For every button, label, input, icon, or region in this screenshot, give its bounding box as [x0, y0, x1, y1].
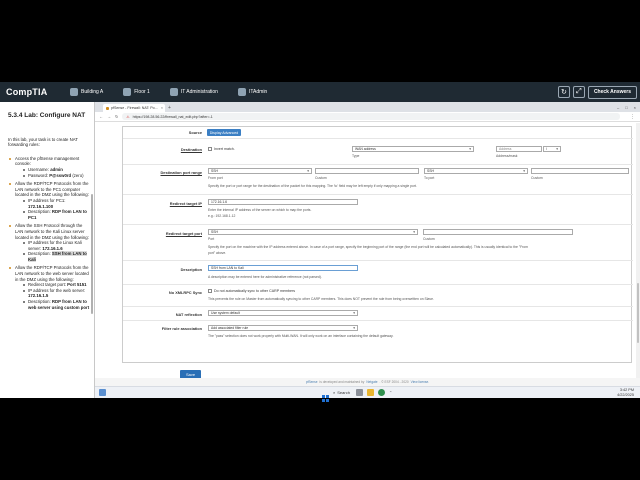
no-xmlrpc-sync-label: No XMLRPC Sync: [168, 290, 202, 295]
destination-address-input[interactable]: Address: [496, 146, 542, 152]
redirect-target-port-label: Redirect target port: [165, 231, 202, 236]
tab-close-icon[interactable]: ×: [161, 106, 163, 110]
filter-rule-select[interactable]: Add associated filter rule: [208, 325, 358, 331]
no-xmlrpc-sync-checkbox[interactable]: [208, 289, 212, 294]
invert-match-checkbox[interactable]: [208, 147, 212, 152]
lab-intro: In this lab, your task is to create NAT …: [8, 136, 78, 148]
task-subitem: Description: RDP from LAN to PC1: [15, 209, 90, 220]
lab-instructions-panel: 5.3.4 Lab: Configure NAT In this lab, yo…: [0, 102, 95, 398]
computer-icon: [237, 88, 246, 96]
start-icon[interactable]: [322, 389, 329, 402]
search-icon: ⌕: [333, 390, 336, 395]
window-close-icon[interactable]: ×: [634, 105, 636, 110]
floor-icon: [123, 88, 132, 96]
task-list: Access the pfSense management console: U…: [8, 156, 90, 310]
tray-overflow-icon[interactable]: ⌃: [389, 390, 392, 395]
row-nat-reflection: NAT reflection Use system default: [123, 307, 633, 321]
destination-mask-select[interactable]: /: [543, 146, 561, 152]
description-input[interactable]: SSH from LAN to Kali: [208, 265, 358, 271]
save-button[interactable]: Save: [180, 370, 201, 378]
tab-pfsense[interactable]: pfSense - Firewall: NAT: Po... ×: [103, 104, 165, 112]
destination-type-select[interactable]: WAN address: [352, 146, 474, 152]
task-subitem: IP address for the web server: 172.16.1.…: [15, 288, 90, 299]
task-subitem: Password: P@ssw0rd (zero): [15, 173, 90, 179]
file-explorer-icon[interactable]: [366, 389, 374, 396]
taskbar-clock[interactable]: 3:42 PM 4/22/2025: [617, 388, 634, 397]
top-letterbox: [0, 0, 640, 82]
nat-reflection-label: NAT reflection: [175, 312, 202, 317]
row-source: Source Display Advanced: [123, 127, 633, 139]
browser-window: pfSense - Firewall: NAT: Po... × + – □ ×…: [95, 102, 640, 386]
redirect-target-ip-label: Redirect target IP: [169, 201, 202, 206]
url-input[interactable]: ⚠ https://198.28.56.22/firewall_nat_edit…: [122, 113, 620, 120]
task-item: Allow the RDP/TCP Protocols from the LAN…: [8, 181, 90, 220]
to-port-custom-input[interactable]: [531, 168, 629, 174]
panel-scrollbar[interactable]: [91, 194, 93, 314]
bottom-letterbox: [0, 398, 640, 480]
nav-it-administration[interactable]: IT Administration: [169, 88, 218, 96]
taskbar-search[interactable]: ⌕ Search: [333, 390, 350, 395]
scrollbar-thumb[interactable]: [637, 283, 639, 343]
task-item: Allow the RDP/TCP Protocols from the LAN…: [8, 265, 90, 310]
tab-bar: pfSense - Firewall: NAT: Po... × + – □ ×: [95, 102, 640, 112]
redirect-target-ip-input[interactable]: 172.16.1.6: [208, 199, 358, 205]
from-port-select[interactable]: SSH: [208, 168, 312, 174]
from-port-custom-input[interactable]: [315, 168, 419, 174]
nav-building[interactable]: Building A: [70, 88, 103, 96]
taskbar: ⌕ Search ⌃ 3:42 PM 4/22/2025: [95, 386, 640, 402]
destination-invert[interactable]: Invert match.: [208, 147, 235, 152]
page-scrollbar[interactable]: [636, 123, 640, 378]
nat-edit-panel: Source Display Advanced Destination Inve…: [122, 126, 633, 363]
nat-reflection-select[interactable]: Use system default: [208, 310, 358, 316]
task-item: Access the pfSense management console: U…: [8, 156, 90, 178]
no-xmlrpc-sync-option[interactable]: Do not automatically sync to other CARP …: [208, 289, 295, 294]
pfsense-favicon-icon: [106, 106, 109, 110]
new-tab-icon[interactable]: +: [168, 105, 171, 111]
building-icon: [70, 88, 78, 96]
filter-rule-association-label: Filter rule association: [161, 326, 202, 331]
display-advanced-button[interactable]: Display Advanced: [207, 129, 241, 136]
row-destination: Destination Invert match. WAN address Ty…: [123, 139, 633, 165]
widgets-icon[interactable]: [355, 389, 363, 396]
task-subitem: IP address for the Linux Kali server: 17…: [15, 240, 90, 251]
description-label: Description: [180, 267, 202, 272]
destination-port-range-label: Destination port range: [160, 170, 202, 175]
check-answers-button[interactable]: Check Answers: [587, 85, 637, 99]
task-subitem: IP address for PC1: 172.16.1.100: [15, 198, 90, 209]
source-label: Source: [188, 130, 202, 135]
row-no-xmlrpc-sync: No XMLRPC Sync Do not automatically sync…: [123, 285, 633, 307]
comptia-logo: CompTIA: [6, 87, 48, 97]
back-icon[interactable]: ←: [99, 114, 103, 119]
to-port-select[interactable]: SSH: [424, 168, 528, 174]
nav-floor[interactable]: Floor 1: [123, 88, 150, 96]
destination-label: Destination: [180, 147, 202, 152]
task-item: Allow the SSH Protocol through the LAN n…: [8, 223, 90, 262]
maximize-icon[interactable]: □: [625, 105, 627, 110]
browser-menu-icon[interactable]: ⋮: [630, 114, 635, 120]
row-redirect-target-port: Redirect target port SSH Port Custom Spe…: [123, 225, 633, 261]
row-redirect-target-ip: Redirect target IP 172.16.1.6 Enter the …: [123, 195, 633, 225]
chrome-icon[interactable]: [377, 389, 385, 396]
monitor-icon: [169, 88, 178, 96]
nav-itadmin[interactable]: ITAdmin: [237, 88, 267, 96]
not-secure-icon: ⚠: [126, 114, 130, 119]
forward-icon[interactable]: →: [107, 114, 111, 119]
fullscreen-icon[interactable]: ⤢: [572, 86, 585, 98]
lab-header: CompTIA Building A Floor 1 IT Administra…: [0, 82, 640, 102]
redirect-port-custom-input[interactable]: [423, 229, 573, 235]
refresh-icon[interactable]: ↻: [557, 86, 570, 98]
row-filter-rule-association: Filter rule association Add associated f…: [123, 321, 633, 345]
minimize-icon[interactable]: –: [617, 105, 619, 110]
task-subitem: Description: RDP from LAN to web server …: [15, 299, 90, 310]
redirect-port-select[interactable]: SSH: [208, 229, 418, 235]
reload-icon[interactable]: ↻: [115, 114, 118, 119]
task-view-icon[interactable]: [99, 389, 106, 396]
row-destination-port-range: Destination port range SSH From port Cus…: [123, 165, 633, 195]
row-description: Description SSH from LAN to Kali A descr…: [123, 261, 633, 285]
pfsense-footer: pfSense is developed and maintained by N…: [95, 378, 640, 386]
address-bar: ← → ↻ ⚠ https://198.28.56.22/firewall_na…: [95, 112, 640, 122]
page-content: Source Display Advanced Destination Inve…: [95, 123, 640, 378]
lab-title: 5.3.4 Lab: Configure NAT: [8, 112, 86, 119]
task-subitem: Description: SSH from LAN to Kali: [15, 251, 90, 262]
